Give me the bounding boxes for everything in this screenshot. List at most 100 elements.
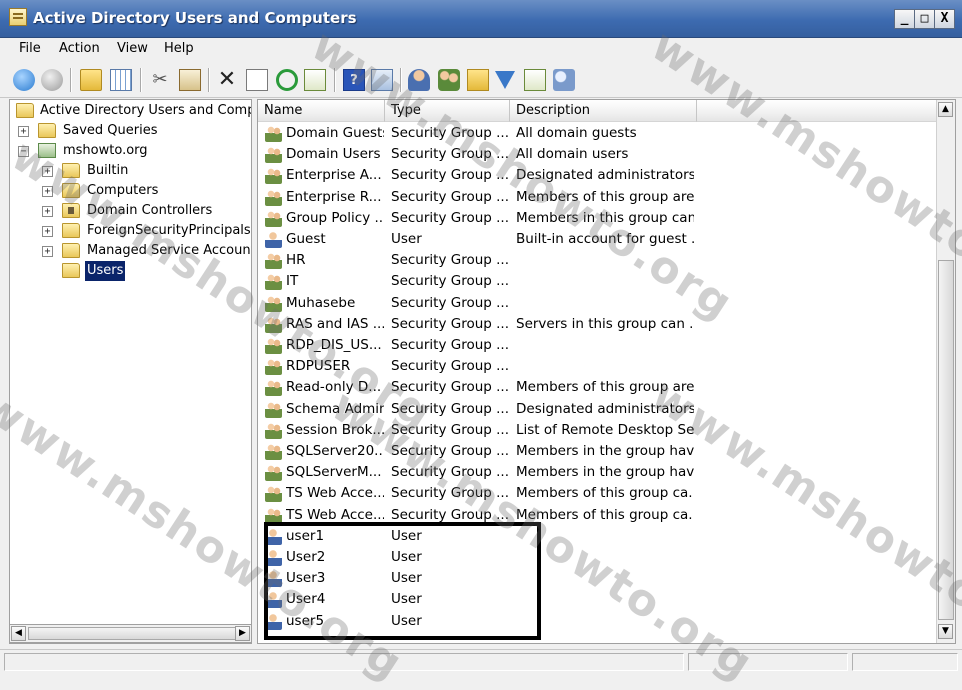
cut-icon[interactable]: ✂ — [149, 69, 171, 91]
status-bar — [0, 649, 962, 673]
cell-name: HR — [286, 252, 306, 269]
scroll-thumb[interactable] — [28, 627, 236, 640]
cell-name: SQLServerM... — [286, 464, 382, 481]
list-item[interactable]: SQLServer20... Security Group ... Members … — [258, 441, 938, 462]
menu-view[interactable]: View — [117, 41, 148, 56]
security-group-icon — [265, 315, 282, 333]
list-item[interactable]: RAS and IAS ... Security Group ... Servers… — [258, 314, 938, 335]
properties-icon[interactable] — [246, 69, 268, 91]
close-button[interactable]: X — [934, 9, 955, 29]
folder-icon — [62, 243, 80, 258]
list-item[interactable]: TS Web Acce... Security Group ... Members … — [258, 483, 938, 504]
collapse-icon[interactable]: − — [18, 146, 29, 157]
scroll-thumb[interactable] — [938, 260, 954, 620]
cell-description: Members of this group ca... — [516, 506, 694, 523]
cell-name: Enterprise R... — [286, 188, 382, 205]
cell-type: Security Group ... — [391, 421, 509, 438]
filter-icon[interactable] — [495, 71, 515, 89]
menu-help[interactable]: Help — [164, 41, 194, 56]
list-vertical-scrollbar[interactable]: ▲ ▼ — [936, 100, 955, 643]
cell-type: User — [391, 231, 422, 247]
expand-icon[interactable]: + — [42, 226, 53, 237]
cell-description: Members in the group hav... — [516, 443, 694, 459]
expand-icon[interactable]: + — [42, 246, 53, 257]
list-item[interactable]: SQLServerM... Security Group ... Members i… — [258, 462, 938, 483]
scroll-right-arrow-icon[interactable]: ▶ — [235, 626, 250, 641]
list-item[interactable]: Session Brok... Security Group ... List of… — [258, 420, 938, 441]
list-item[interactable]: Enterprise A... Security Group ... Designa… — [258, 165, 938, 186]
status-segment — [4, 653, 684, 671]
cell-description: Members in this group can... — [516, 209, 694, 226]
expand-icon[interactable]: + — [18, 126, 29, 137]
list-item[interactable]: RDP_DIS_US... Security Group ... — [258, 335, 938, 356]
tree-root-label: Active Directory Users and Computers — [40, 103, 252, 118]
delete-icon[interactable]: ✕ — [216, 69, 238, 91]
cell-type: Security Group ... — [391, 464, 509, 481]
scroll-down-arrow-icon[interactable]: ▼ — [938, 624, 953, 639]
list-item[interactable]: Domain Users Security Group ... All domain… — [258, 144, 938, 165]
up-folder-icon[interactable] — [80, 69, 102, 91]
list-item[interactable]: Guest User Built-in account for guest ... — [258, 229, 938, 250]
list-item[interactable]: Read-only D... Security Group ... Members … — [258, 377, 938, 398]
delegate-icon[interactable] — [553, 69, 575, 91]
column-header-description[interactable]: Description — [510, 100, 697, 122]
column-header-name[interactable]: Name — [258, 100, 385, 122]
scroll-up-arrow-icon[interactable]: ▲ — [938, 102, 953, 117]
add-to-group-icon[interactable] — [524, 69, 546, 91]
help-icon[interactable]: ? — [343, 69, 365, 91]
scroll-left-arrow-icon[interactable]: ◀ — [11, 626, 26, 641]
list-item[interactable]: Muhasebe Security Group ... — [258, 293, 938, 314]
list-item[interactable]: HR Security Group ... — [258, 250, 938, 271]
security-group-icon — [265, 443, 282, 460]
back-icon[interactable] — [13, 69, 35, 91]
cell-name: RDPUSER — [286, 358, 351, 375]
cell-type: Security Group ... — [391, 315, 509, 332]
folder-icon — [62, 163, 80, 178]
cell-type: Security Group ... — [391, 209, 509, 226]
minimize-button[interactable]: _ — [894, 9, 915, 29]
list-item[interactable]: Group Policy ... Security Group ... Member… — [258, 208, 938, 229]
forward-icon[interactable] — [41, 69, 63, 91]
list-item[interactable]: Schema Admins Security Group ... Designate… — [258, 399, 938, 420]
cell-name: Domain Users — [286, 146, 381, 163]
refresh-icon[interactable] — [276, 69, 298, 91]
tree-horizontal-scrollbar[interactable]: ◀ ▶ — [9, 624, 252, 643]
cell-type: Security Group ... — [391, 443, 509, 459]
menu-file[interactable]: File — [19, 41, 41, 56]
new-ou-icon[interactable] — [467, 69, 489, 91]
new-group-icon[interactable] — [438, 69, 460, 91]
column-header-type[interactable]: Type — [385, 100, 510, 122]
cell-name: RDP_DIS_US... — [286, 337, 382, 353]
cell-name: TS Web Acce... — [286, 485, 384, 502]
title-bar: Active Directory Users and Computers _ □… — [0, 0, 962, 38]
cell-type: Security Group ... — [391, 188, 509, 205]
tree-item-label: mshowto.org — [63, 143, 148, 158]
list-item[interactable]: Domain Guests Security Group ... All domai… — [258, 123, 938, 144]
menu-action[interactable]: Action — [59, 41, 100, 56]
security-group-icon — [265, 188, 282, 206]
list-item[interactable]: Enterprise R... Security Group ... Members… — [258, 187, 938, 208]
column-header-filler — [697, 100, 939, 122]
expand-icon[interactable]: + — [42, 166, 53, 177]
export-list-icon[interactable] — [304, 69, 326, 91]
console-tree[interactable]: Active Directory Users and Computers + S… — [9, 99, 252, 644]
expand-icon[interactable]: + — [42, 206, 53, 217]
cell-type: Security Group ... — [391, 252, 509, 269]
expand-icon[interactable]: + — [42, 186, 53, 197]
maximize-button[interactable]: □ — [914, 9, 935, 29]
show-hide-tree-icon[interactable] — [110, 69, 132, 91]
folder-icon — [62, 263, 80, 278]
window-title: Active Directory Users and Computers — [33, 9, 357, 27]
security-group-icon — [265, 464, 282, 482]
list-item[interactable]: IT Security Group ... — [258, 271, 938, 292]
tree-item-label: Saved Queries — [63, 123, 158, 138]
new-user-icon[interactable] — [408, 69, 430, 91]
cell-description: List of Remote Desktop Se... — [516, 421, 694, 438]
list-item[interactable]: RDPUSER Security Group ... — [258, 356, 938, 377]
copy-icon[interactable] — [179, 69, 201, 91]
cell-name: IT — [286, 273, 299, 290]
cell-description: All domain guests — [516, 125, 637, 141]
cell-type: Security Group ... — [391, 400, 509, 417]
menu-bar: File Action View Help — [0, 38, 962, 60]
console-window-icon[interactable] — [371, 69, 393, 91]
